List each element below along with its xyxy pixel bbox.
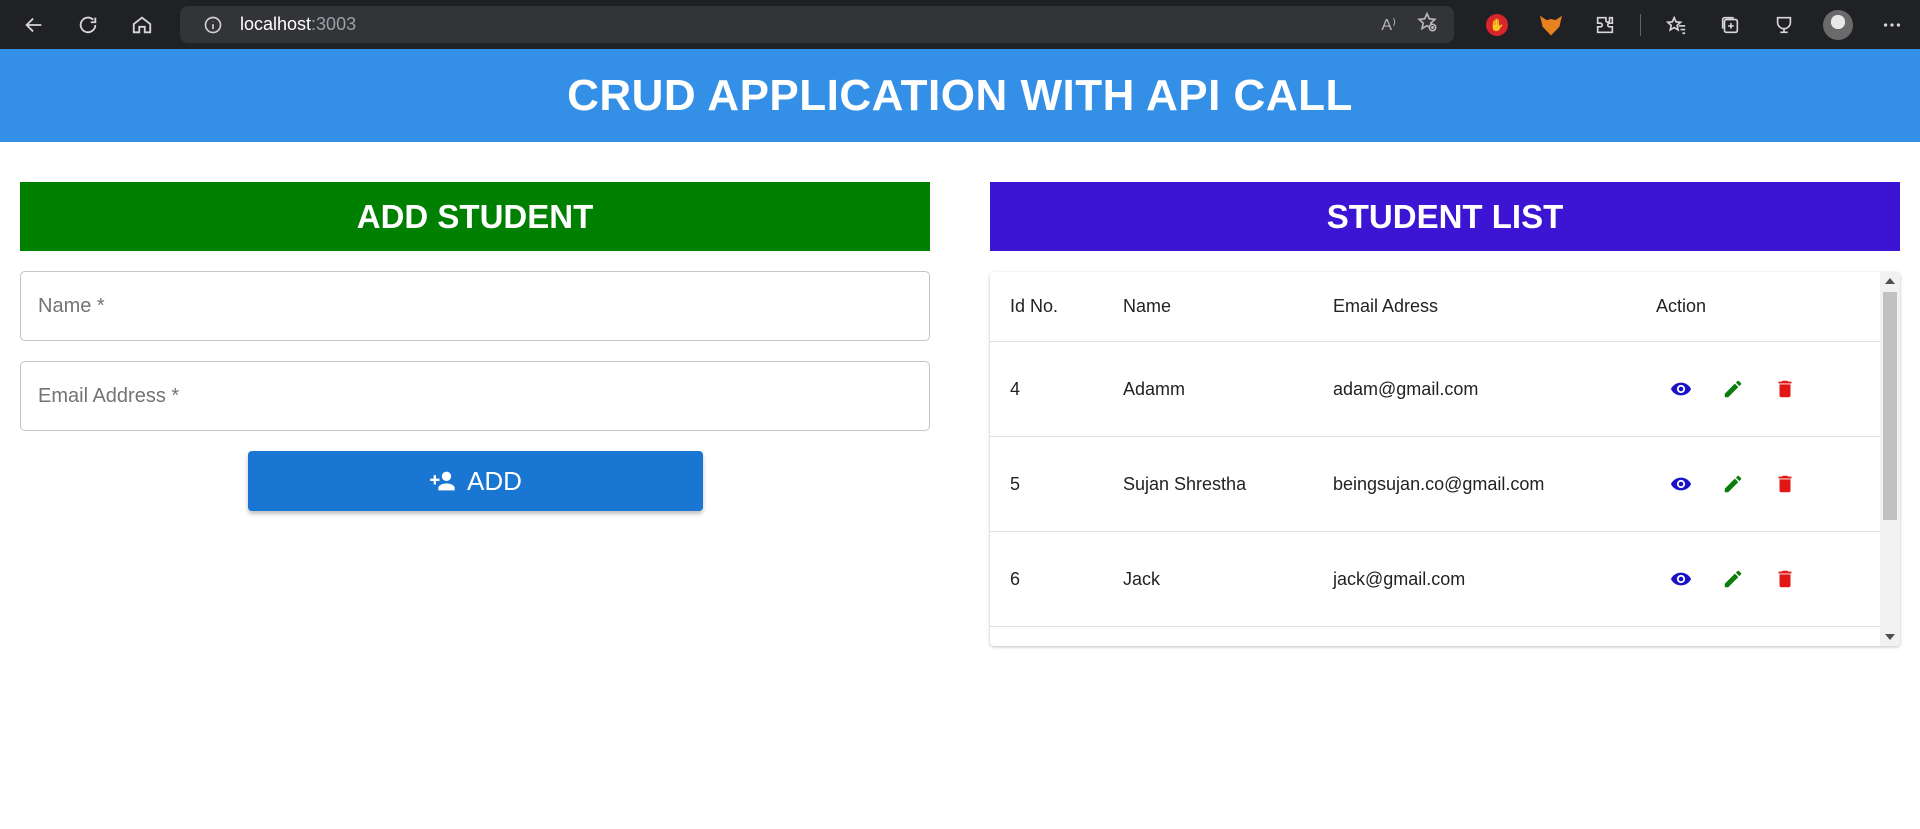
browser-essentials-icon[interactable] [1757,0,1811,49]
add-student-title: ADD STUDENT [356,197,594,235]
email-input[interactable] [38,362,929,430]
view-button[interactable] [1655,559,1707,599]
read-aloud-icon[interactable]: A⁾ [1381,15,1396,35]
metamask-extension-icon[interactable] [1524,0,1578,49]
app-header: CRUD APPLICATION WITH API CALL [0,49,1920,142]
table-header-row: Id No. Name Email Adress Action [990,272,1880,342]
add-student-header: ADD STUDENT [20,182,930,251]
edit-button[interactable] [1707,464,1759,504]
scroll-down-arrow-icon[interactable] [1880,628,1900,646]
table-row: 5 Sujan Shrestha beingsujan.co@gmail.com [990,437,1880,532]
scroll-up-arrow-icon[interactable] [1880,272,1900,290]
row-actions [1655,437,1811,531]
toolbar-divider [1640,13,1641,36]
app-title: CRUD APPLICATION WITH API CALL [567,70,1353,120]
favorites-icon[interactable] [1649,0,1703,49]
adblock-extension-icon[interactable]: ✋ [1470,0,1524,49]
pencil-icon [1724,475,1742,493]
row-name: Jack [1123,568,1161,589]
student-table: Id No. Name Email Adress Action 4 Adamm … [990,272,1900,646]
add-button-label: ADD [467,465,522,496]
person-add-icon [430,471,455,491]
profile-avatar[interactable] [1811,0,1865,49]
view-button[interactable] [1655,369,1707,409]
add-favorite-icon[interactable] [1416,11,1438,38]
add-student-button[interactable]: ADD [248,451,703,511]
extensions-puzzle-icon[interactable] [1578,0,1632,49]
column-header-action: Action [1656,296,1707,316]
row-email: jack@gmail.com [1333,568,1466,589]
row-id: 6 [1010,568,1021,589]
refresh-icon[interactable] [68,5,108,45]
view-button[interactable] [1655,464,1707,504]
more-options-icon[interactable] [1865,0,1919,49]
name-input[interactable] [38,272,929,340]
trash-icon [1778,475,1792,493]
edit-button[interactable] [1707,369,1759,409]
table-scrollbar[interactable] [1880,272,1900,646]
url-host: localhost [240,14,312,34]
delete-button[interactable] [1759,464,1811,504]
row-actions [1655,342,1811,436]
table-row: 4 Adamm adam@gmail.com [990,342,1880,437]
delete-button[interactable] [1759,559,1811,599]
row-email: beingsujan.co@gmail.com [1333,473,1545,494]
pencil-icon [1724,570,1742,588]
delete-button[interactable] [1759,369,1811,409]
row-id: 5 [1010,473,1021,494]
email-field[interactable] [20,361,930,431]
row-name: Adamm [1123,378,1186,399]
name-field[interactable] [20,271,930,341]
row-actions [1655,532,1811,626]
trash-icon [1778,380,1792,398]
collections-icon[interactable] [1703,0,1757,49]
edit-button[interactable] [1707,559,1759,599]
eye-icon [1670,382,1692,396]
url-port: :3003 [311,14,357,34]
browser-toolbar: localhost:3003 A⁾ ✋ [0,0,1920,49]
column-header-name: Name [1123,296,1172,316]
address-bar[interactable]: localhost:3003 A⁾ [180,6,1454,43]
info-icon[interactable] [202,14,224,36]
column-header-id: Id No. [1010,296,1059,316]
row-id: 4 [1010,378,1021,399]
home-icon[interactable] [122,5,162,45]
column-header-email: Email Adress [1333,296,1439,316]
student-list-title: STUDENT LIST [1326,197,1564,235]
pencil-icon [1724,380,1742,398]
row-name: Sujan Shrestha [1123,473,1247,494]
scrollbar-thumb[interactable] [1883,292,1897,520]
trash-icon [1778,570,1792,588]
table-row: 6 Jack jack@gmail.com [990,532,1880,627]
eye-icon [1670,572,1692,586]
student-list-header: STUDENT LIST [990,182,1900,251]
eye-icon [1670,477,1692,491]
back-arrow-icon[interactable] [14,5,54,45]
row-email: adam@gmail.com [1333,378,1479,399]
student-table-body: Id No. Name Email Adress Action 4 Adamm … [990,272,1880,627]
